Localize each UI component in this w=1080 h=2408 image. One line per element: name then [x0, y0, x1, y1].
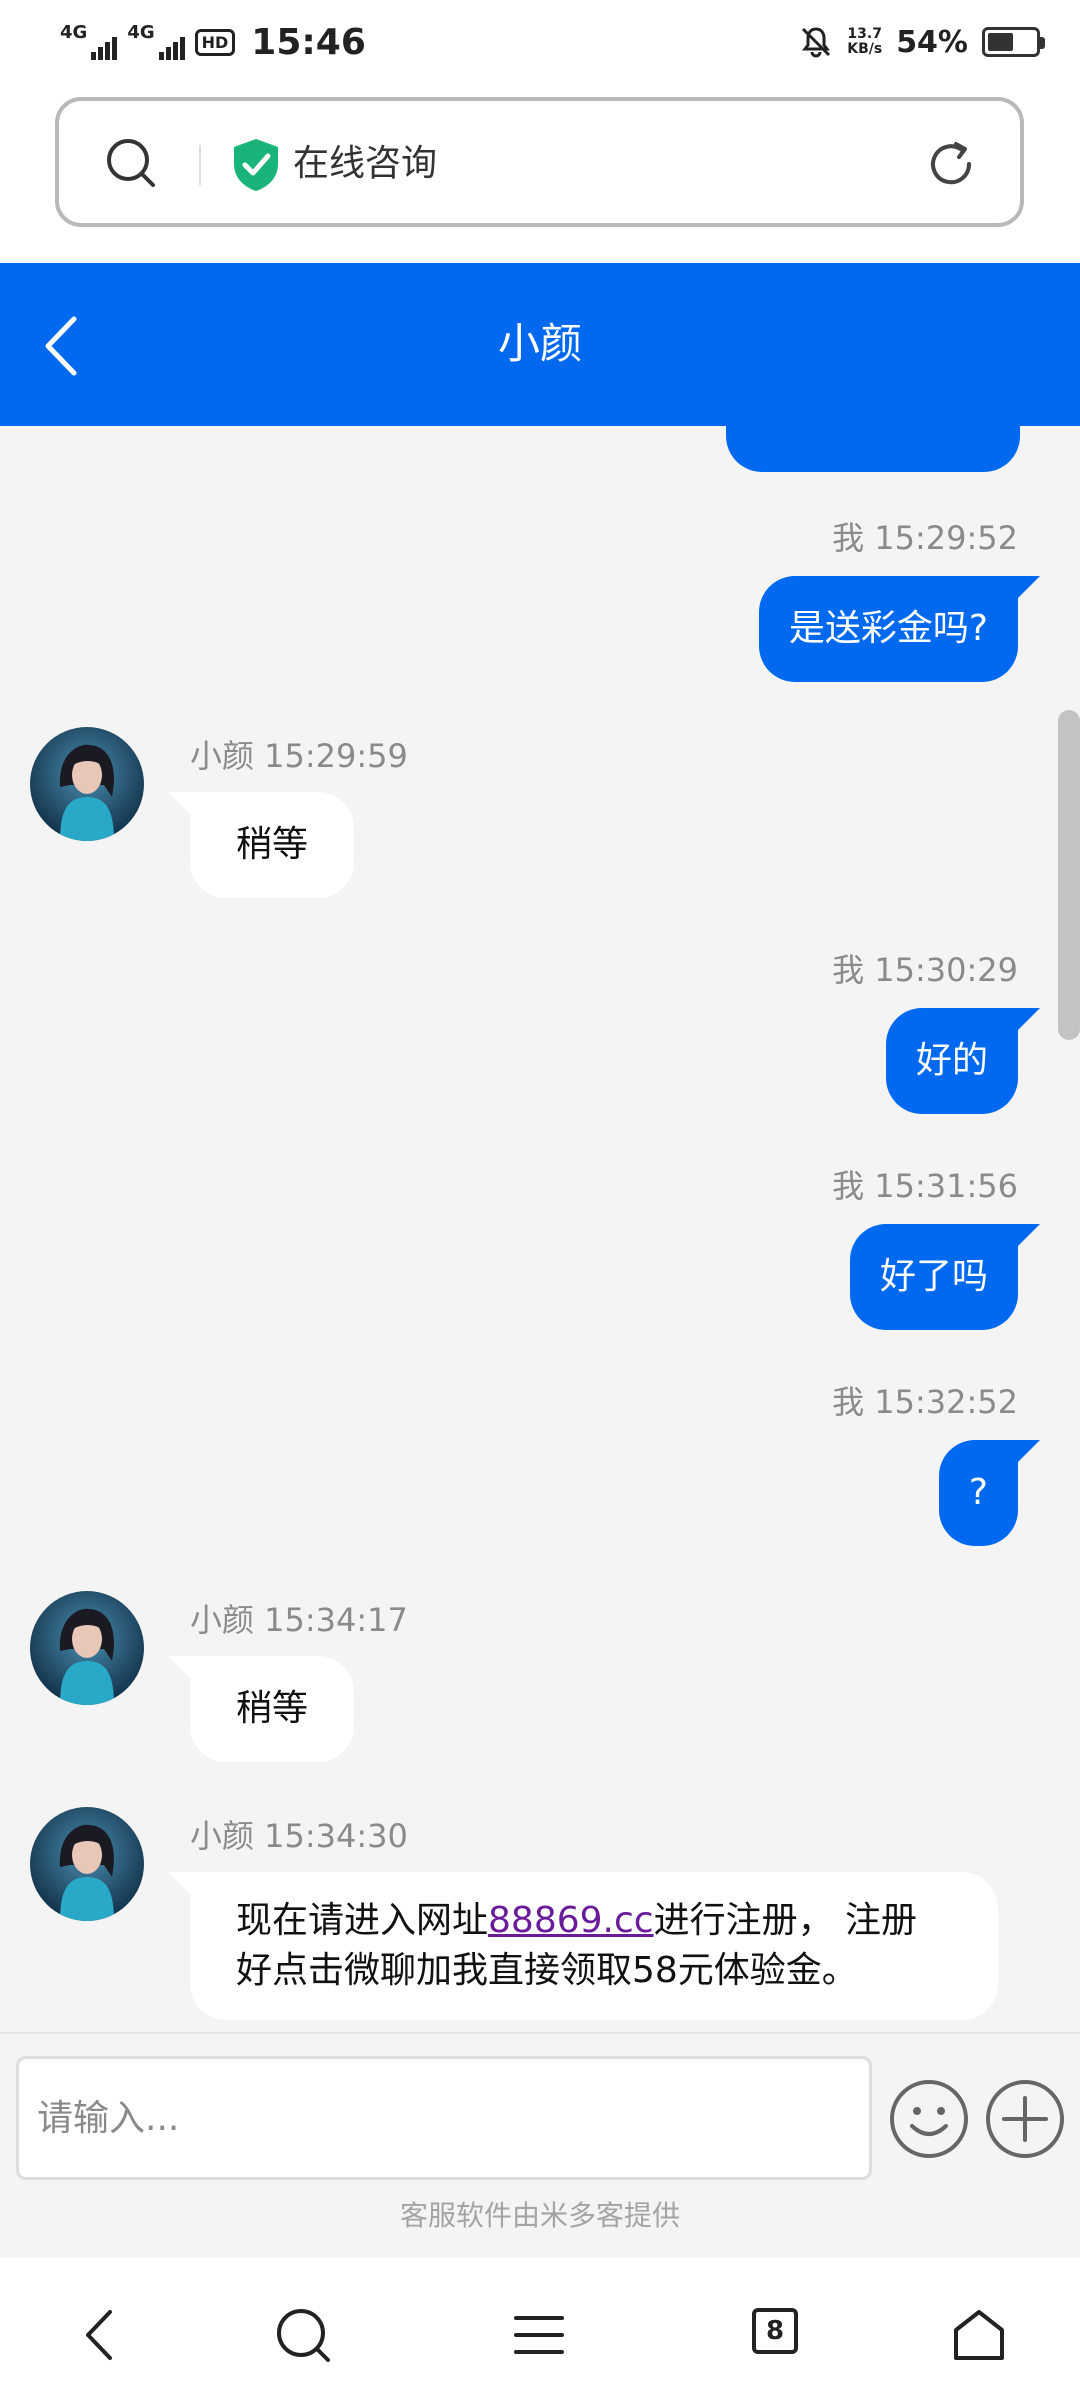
- message-text: 现在请进入网址: [236, 1900, 489, 1941]
- status-time: 15:46: [251, 21, 366, 63]
- message-meta: 我 15:32:52: [832, 1383, 1018, 1421]
- shield-check-icon: [234, 139, 278, 191]
- message-bubble-incoming[interactable]: 稍等: [167, 1656, 355, 1762]
- message-link[interactable]: 88869.cc: [488, 1900, 654, 1941]
- message-meta: 我 15:30:29: [832, 951, 1018, 989]
- avatar[interactable]: [30, 727, 144, 841]
- message-bubble-incoming[interactable]: 现在请进入网址88869.cc进行注册， 注册好点击微聊加我直接领取58元体验金…: [168, 1872, 998, 2020]
- avatar-image: [30, 727, 144, 841]
- search-icon[interactable]: [268, 2300, 338, 2370]
- battery-percent: 54%: [896, 24, 968, 60]
- avatar[interactable]: [30, 1591, 144, 1705]
- battery-level: [988, 33, 1013, 51]
- message-meta: 我 15:31:56: [832, 1167, 1018, 1205]
- status-left: 4G 4G HD 15:46: [60, 16, 366, 68]
- mute-notification-icon: [802, 27, 831, 58]
- message-meta: 小颜 15:29:59: [190, 737, 408, 775]
- home-icon[interactable]: [944, 2300, 1014, 2370]
- chat-header: 小颜: [0, 263, 1080, 426]
- browser-nav-bar: 8: [0, 2258, 1080, 2408]
- signal-icon-2: 4G: [127, 22, 185, 60]
- message-bubble-outgoing[interactable]: 好的: [885, 1008, 1041, 1114]
- battery-icon: [982, 27, 1045, 57]
- page-title: 在线咨询: [293, 143, 438, 184]
- reload-icon[interactable]: [922, 135, 980, 193]
- message-bubble-outgoing[interactable]: ?: [938, 1440, 1041, 1546]
- address-divider: [199, 145, 201, 185]
- hd-voice-icon: HD: [194, 28, 236, 56]
- powered-by-text: 客服软件由米多客提供: [399, 2199, 680, 2232]
- previous-message-bubble: [726, 426, 1020, 472]
- avatar-image: [30, 1591, 144, 1705]
- status-right: 13.7 KB/s 54%: [799, 18, 1045, 66]
- signal-icon-1: 4G: [60, 22, 118, 60]
- network-type-1: 4G: [60, 22, 88, 43]
- message-bubble-incoming[interactable]: 稍等: [167, 792, 355, 898]
- chat-title: 小颜: [497, 319, 582, 368]
- scrollbar[interactable]: [1058, 710, 1080, 1040]
- avatar[interactable]: [30, 1807, 144, 1921]
- tab-count: 8: [752, 2308, 798, 2354]
- address-bar[interactable]: 在线咨询: [55, 97, 1024, 227]
- status-bar: 4G 4G HD 15:46 13.7 KB/s 54%: [0, 0, 1080, 84]
- plus-icon[interactable]: [984, 2078, 1066, 2160]
- message-meta: 小颜 15:34:30: [190, 1817, 408, 1855]
- input-area: 客服软件由米多客提供: [0, 2032, 1080, 2258]
- network-speed-unit: KB/s: [847, 41, 883, 57]
- network-type-2: 4G: [127, 22, 155, 43]
- message-bubble-outgoing[interactable]: 好了吗: [849, 1224, 1041, 1330]
- message-input[interactable]: [16, 2056, 872, 2180]
- search-icon[interactable]: [103, 135, 159, 191]
- network-speed-value: 13.7: [847, 26, 882, 42]
- message-list[interactable]: 我 15:29:52 是送彩金吗? 小颜 15:29:59 稍等 我 15:30…: [0, 426, 1080, 2032]
- avatar-image: [30, 1807, 144, 1921]
- back-icon[interactable]: [66, 2300, 136, 2370]
- tabs-icon[interactable]: 8: [752, 2308, 822, 2378]
- menu-icon[interactable]: [504, 2300, 574, 2370]
- network-speed: 13.7 KB/s: [847, 27, 882, 57]
- message-bubble-outgoing[interactable]: 是送彩金吗?: [758, 576, 1041, 682]
- message-meta: 我 15:29:52: [832, 519, 1018, 557]
- emoji-icon[interactable]: [888, 2078, 970, 2160]
- message-meta: 小颜 15:34:17: [190, 1601, 408, 1639]
